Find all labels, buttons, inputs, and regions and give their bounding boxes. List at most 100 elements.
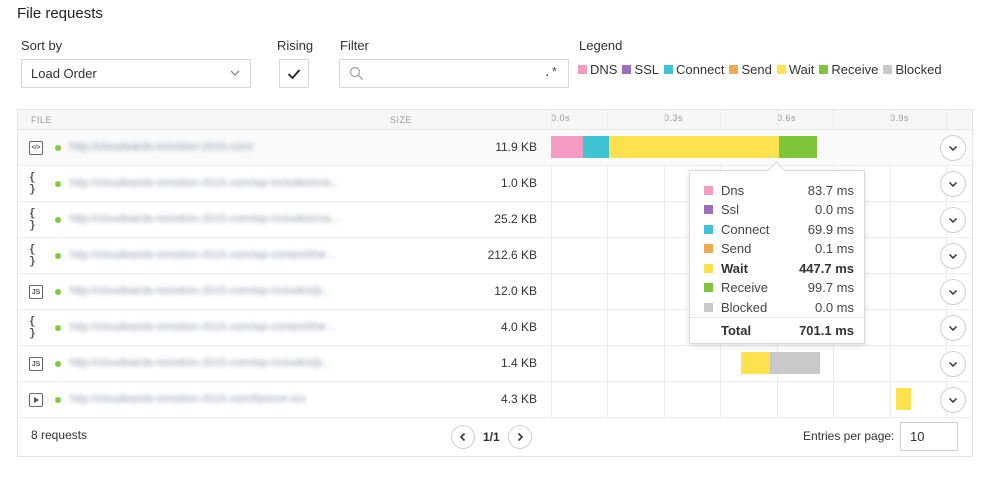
json-file-icon: { } xyxy=(29,172,36,196)
tooltip-label: Blocked xyxy=(721,299,768,315)
legend-swatch xyxy=(776,65,786,74)
expand-row-button[interactable] xyxy=(940,315,966,341)
request-size: 4.0 KB xyxy=(500,320,537,334)
expand-row-button[interactable] xyxy=(940,243,966,269)
expand-row-button[interactable] xyxy=(940,207,966,233)
tooltip-value: 83.7 ms xyxy=(807,182,854,198)
bar-segment-wait xyxy=(609,136,780,158)
bar-segment-dns xyxy=(551,136,583,158)
tooltip-row-send: Send 0.1 ms xyxy=(704,240,854,258)
regex-toggle[interactable]: .* xyxy=(544,66,558,80)
tooltip-value: 0.0 ms xyxy=(814,202,854,217)
request-url[interactable]: http://cloudwards-inmotion-2015.com/wp-i… xyxy=(70,177,340,189)
request-size: 212.6 KB xyxy=(487,248,537,262)
rising-checkbox[interactable] xyxy=(279,59,309,88)
legend-text: Connect xyxy=(676,62,725,77)
expand-row-button[interactable] xyxy=(940,351,966,377)
request-url[interactable]: http://cloudwards-inmotion-2015.com/ xyxy=(70,141,253,153)
tooltip-swatch xyxy=(704,224,713,234)
tooltip-row-connect: Connect 69.9 ms xyxy=(704,220,854,238)
expand-row-button[interactable] xyxy=(940,387,966,413)
filter-input[interactable] xyxy=(370,64,540,84)
chevron-down-icon xyxy=(948,289,958,296)
tooltip-total-label: Total xyxy=(721,322,752,338)
request-count: 8 requests xyxy=(31,428,88,442)
status-dot xyxy=(55,397,61,403)
legend-item-receive: Receive xyxy=(819,62,878,77)
legend-text: Send xyxy=(741,62,772,77)
media-file-icon xyxy=(29,393,43,407)
sort-label: Sort by xyxy=(21,38,63,53)
tooltip-label: Receive xyxy=(721,280,768,295)
request-size: 4.3 KB xyxy=(500,392,537,406)
bar-segment-wait xyxy=(741,352,771,374)
request-size: 25.2 KB xyxy=(494,212,537,226)
bar-segment-receive xyxy=(779,136,817,158)
tooltip-row-dns: Dns 83.7 ms xyxy=(704,181,854,199)
timing-tooltip: Dns 83.7 ms Ssl 0.0 ms Connect 69.9 ms Send 0.1… xyxy=(689,170,865,344)
table-row[interactable]: </> http://cloudwards-inmotion-2015.com/1… xyxy=(18,130,972,166)
column-size[interactable]: SIZE xyxy=(390,115,412,125)
table-row[interactable]: JS http://cloudwards-inmotion-2015.com/wp… xyxy=(18,346,972,382)
request-url[interactable]: http://cloudwards-inmotion-2015.com/wp-c… xyxy=(70,321,335,333)
request-size: 1.0 KB xyxy=(500,176,537,190)
status-dot xyxy=(55,289,61,295)
tooltip-swatch xyxy=(704,205,713,214)
chevron-right-icon xyxy=(517,432,523,442)
legend-text: Blocked xyxy=(895,62,942,77)
tooltip-label: Send xyxy=(721,241,752,256)
chevron-down-icon xyxy=(948,145,958,152)
next-page-button[interactable] xyxy=(507,425,532,449)
chevron-down-icon xyxy=(948,217,958,224)
legend-item-send: Send xyxy=(729,62,772,77)
js-file-icon: JS xyxy=(29,285,43,299)
tooltip-label: Ssl xyxy=(721,202,740,217)
legend-swatch xyxy=(729,65,739,74)
tooltip-row-receive: Receive 99.7 ms xyxy=(704,279,854,297)
request-size: 12.0 KB xyxy=(494,284,537,298)
tooltip-total: Total 701.1 ms xyxy=(704,321,854,339)
status-dot xyxy=(55,253,61,259)
entries-per-page-input[interactable]: 10 xyxy=(900,422,958,451)
column-file[interactable]: FILE xyxy=(31,115,52,125)
prev-page-button[interactable] xyxy=(451,425,475,449)
chevron-left-icon xyxy=(459,432,466,442)
tooltip-divider xyxy=(690,317,864,318)
json-file-icon: { } xyxy=(29,316,36,340)
tooltip-swatch xyxy=(704,283,713,292)
table-row[interactable]: http://cloudwards-inmotion-2015.com/favi… xyxy=(18,382,972,418)
tooltip-row-ssl: Ssl 0.0 ms xyxy=(704,201,854,219)
legend-swatch xyxy=(622,65,632,74)
check-icon xyxy=(287,68,301,79)
tooltip-label: Wait xyxy=(721,260,748,276)
sort-select[interactable]: Load Order xyxy=(21,59,251,88)
chevron-down-icon xyxy=(948,253,958,260)
filter-field[interactable]: .* xyxy=(339,59,569,88)
request-url[interactable]: http://cloudwards-inmotion-2015.com/wp-i… xyxy=(70,357,332,369)
request-url[interactable]: http://cloudwards-inmotion-2015.com/wp-c… xyxy=(70,249,335,261)
tooltip-label: Dns xyxy=(721,182,745,198)
legend-text: Receive xyxy=(831,62,879,77)
chevron-down-icon xyxy=(948,397,958,404)
tooltip-swatch xyxy=(704,185,713,195)
request-url[interactable]: http://cloudwards-inmotion-2015.com/favi… xyxy=(70,393,305,405)
pagination: 1/1 xyxy=(451,425,532,449)
tooltip-row-blocked: Blocked 0.0 ms xyxy=(704,298,854,316)
chevron-down-icon xyxy=(948,361,958,368)
expand-row-button[interactable] xyxy=(940,135,966,161)
legend-swatch xyxy=(664,65,674,74)
request-url[interactable]: http://cloudwards-inmotion-2015.com/wp-i… xyxy=(70,285,332,297)
tooltip-value: 447.7 ms xyxy=(799,260,854,276)
entries-label: Entries per page: xyxy=(803,429,895,443)
request-url[interactable]: http://cloudwards-inmotion-2015.com/wp-i… xyxy=(70,213,340,225)
bar-segment-connect xyxy=(582,136,610,158)
tooltip-swatch xyxy=(704,302,713,312)
tooltip-row-wait: Wait 447.7 ms xyxy=(704,259,854,277)
tooltip-value: 0.1 ms xyxy=(814,241,854,256)
legend-label: Legend xyxy=(579,38,623,53)
expand-row-button[interactable] xyxy=(940,171,966,197)
tooltip-label: Connect xyxy=(721,221,770,237)
legend-item-wait: Wait xyxy=(776,62,814,77)
expand-row-button[interactable] xyxy=(940,279,966,305)
html-file-icon: </> xyxy=(29,141,43,155)
